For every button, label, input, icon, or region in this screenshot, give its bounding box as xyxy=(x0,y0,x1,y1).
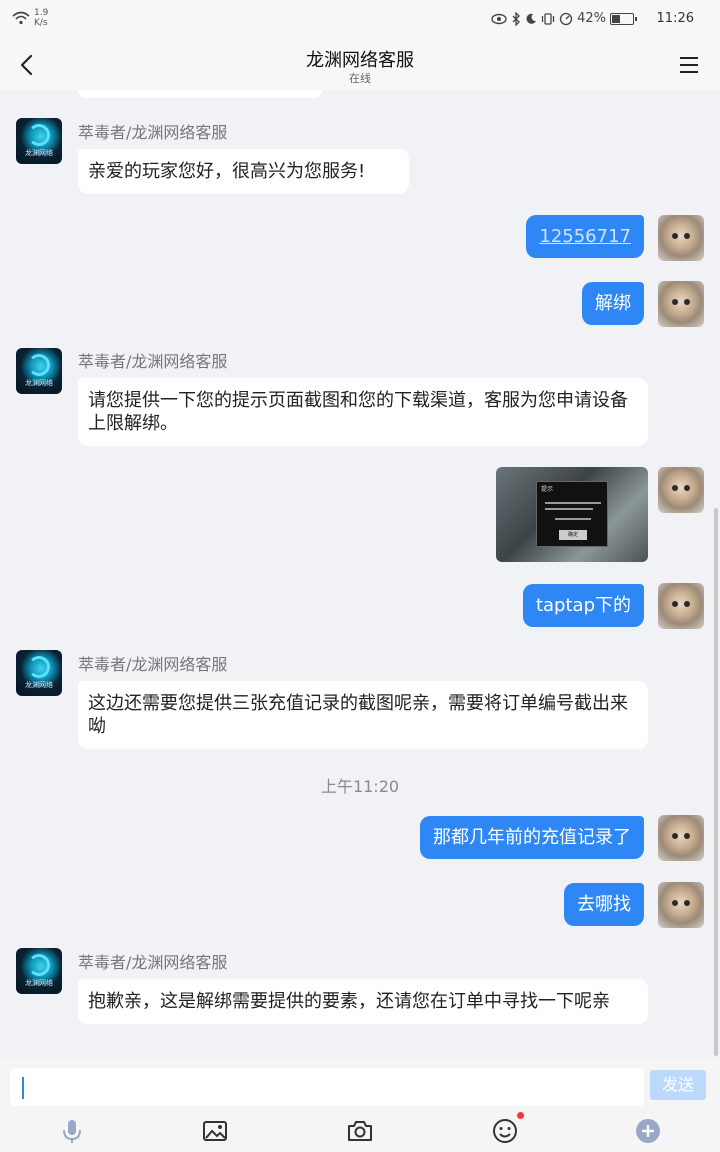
message-input[interactable] xyxy=(10,1068,644,1106)
agent-avatar[interactable]: 龙渊网络 xyxy=(16,948,62,994)
eye-icon xyxy=(491,13,507,24)
wifi-icon xyxy=(12,11,30,25)
agent-avatar[interactable]: 龙渊网络 xyxy=(16,118,62,164)
chat-area[interactable]: 龙渊网络 萃毒者/龙渊网络客服 亲爱的玩家您好，很高兴为您服务! 1255671… xyxy=(0,90,720,1058)
notification-dot xyxy=(517,1112,524,1119)
agent-message[interactable]: 抱歉亲，这是解绑需要提供的要素，还请您在订单中寻找一下呢亲 xyxy=(78,979,648,1024)
moon-icon xyxy=(526,13,537,24)
previous-bubble xyxy=(78,90,322,98)
user-message[interactable]: 12556717 xyxy=(526,215,644,258)
battery-icon xyxy=(610,12,637,25)
user-avatar[interactable] xyxy=(658,882,704,928)
bluetooth-icon xyxy=(512,11,521,26)
menu-icon[interactable] xyxy=(676,52,702,78)
emoji-button[interactable] xyxy=(490,1112,524,1146)
page-title: 龙渊网络客服 xyxy=(306,50,414,71)
user-avatar[interactable] xyxy=(658,583,704,629)
timestamp: 上午11:20 xyxy=(320,777,400,796)
text-caret xyxy=(22,1077,24,1099)
online-status: 在线 xyxy=(349,72,371,85)
status-bar: 1.9 K/s 42% 11:26 xyxy=(0,0,720,40)
sender-name: 萃毒者/龙渊网络客服 xyxy=(78,123,228,142)
send-button[interactable]: 发送 xyxy=(650,1070,706,1100)
scrollbar[interactable] xyxy=(714,508,718,1056)
user-message[interactable]: taptap下的 xyxy=(522,584,644,627)
user-avatar[interactable] xyxy=(658,281,704,327)
sender-name: 萃毒者/龙渊网络客服 xyxy=(78,352,228,371)
user-message[interactable]: 解绑 xyxy=(582,282,644,325)
composer: 发送 xyxy=(0,1058,720,1152)
user-avatar[interactable] xyxy=(658,467,704,513)
camera-icon[interactable] xyxy=(345,1116,375,1146)
microphone-icon[interactable] xyxy=(57,1116,87,1146)
agent-message[interactable]: 这边还需要您提供三张充值记录的截图呢亲，需要将订单编号截出来呦 xyxy=(78,681,648,749)
vibrate-icon xyxy=(541,12,555,25)
agent-avatar[interactable]: 龙渊网络 xyxy=(16,650,62,696)
user-message[interactable]: 去哪找 xyxy=(564,883,644,926)
image-icon[interactable] xyxy=(200,1116,230,1146)
user-message[interactable]: 那都几年前的充值记录了 xyxy=(420,816,644,859)
network-speed: 1.9 K/s xyxy=(34,8,49,28)
emoji-icon xyxy=(493,1119,517,1143)
sender-name: 萃毒者/龙渊网络客服 xyxy=(78,953,228,972)
dialog-preview: 提示 确定 xyxy=(536,481,608,547)
gauge-icon xyxy=(559,12,573,25)
clock: 11:26 xyxy=(656,11,694,26)
order-number-link[interactable]: 12556717 xyxy=(539,226,631,247)
agent-avatar[interactable]: 龙渊网络 xyxy=(16,348,62,394)
screenshot-image[interactable]: 提示 确定 xyxy=(496,467,648,562)
agent-message[interactable]: 请您提供一下您的提示页面截图和您的下载渠道，客服为您申请设备上限解绑。 xyxy=(78,378,648,446)
chat-header: 龙渊网络客服 在线 xyxy=(0,40,720,90)
user-avatar[interactable] xyxy=(658,215,704,261)
sender-name: 萃毒者/龙渊网络客服 xyxy=(78,655,228,674)
battery-percent: 42% xyxy=(577,11,606,26)
composer-toolbar xyxy=(0,1110,720,1152)
user-avatar[interactable] xyxy=(658,815,704,861)
plus-icon[interactable] xyxy=(633,1116,663,1146)
agent-message[interactable]: 亲爱的玩家您好，很高兴为您服务! xyxy=(78,149,409,194)
